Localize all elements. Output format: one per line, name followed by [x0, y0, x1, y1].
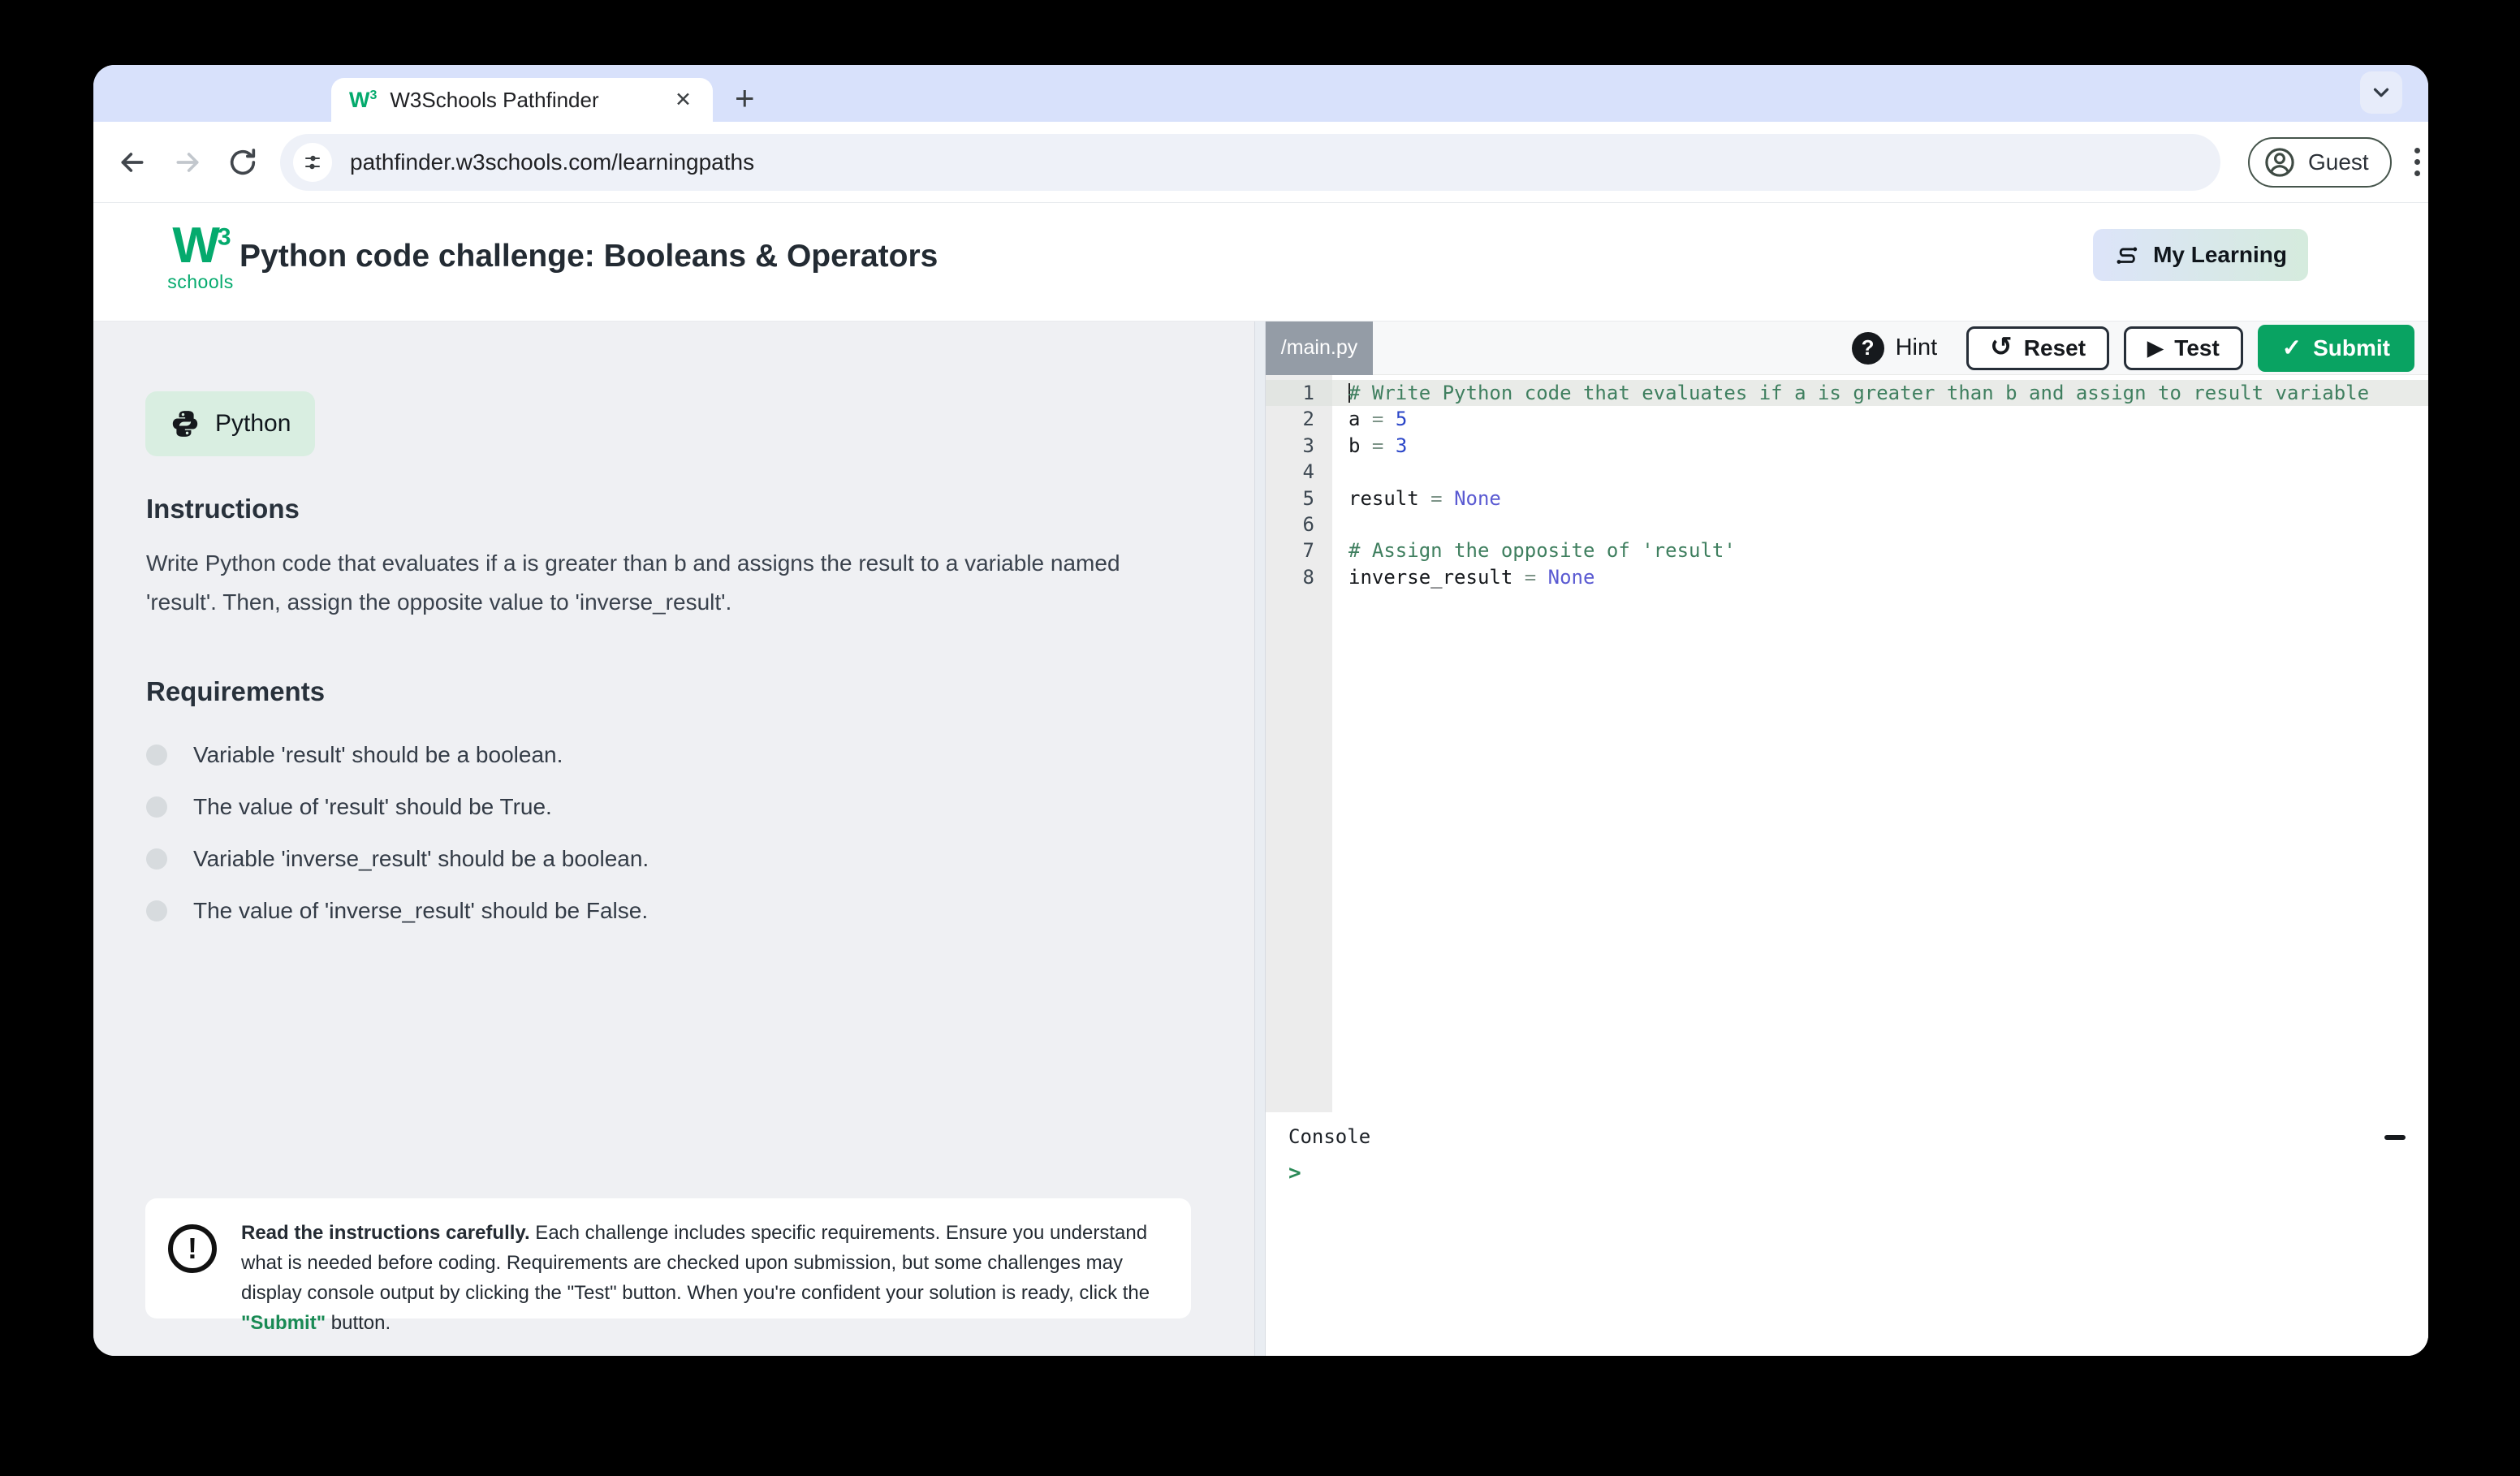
editor-panel: /main.py ? Hint ↺ Reset ▶ Test ✓ Submit: [1266, 322, 2428, 1356]
page-header: W3 schools Python code challenge: Boolea…: [93, 203, 2428, 322]
tab-title: W3Schools Pathfinder: [390, 88, 658, 113]
submit-button[interactable]: ✓ Submit: [2258, 325, 2414, 372]
requirement-item: Variable 'result' should be a boolean.: [146, 729, 649, 781]
editor-toolbar: /main.py ? Hint ↺ Reset ▶ Test ✓ Submit: [1266, 322, 2428, 375]
instructions-title: Instructions: [146, 494, 300, 524]
w3schools-logo[interactable]: W3 schools: [147, 221, 254, 291]
tab-search-button[interactable]: [2360, 71, 2402, 114]
guest-profile-button[interactable]: Guest: [2248, 137, 2392, 188]
code-line[interactable]: [1332, 459, 2428, 485]
file-tab-main-py[interactable]: /main.py: [1266, 322, 1373, 375]
challenge-panel: Python Instructions Write Python code th…: [93, 322, 1254, 1356]
my-learning-label: My Learning: [2153, 242, 2287, 268]
hint-button[interactable]: ? Hint: [1852, 332, 1938, 365]
requirement-item: Variable 'inverse_result' should be a bo…: [146, 833, 649, 885]
code-line[interactable]: # Write Python code that evaluates if a …: [1332, 380, 2428, 406]
panel-divider[interactable]: [1254, 322, 1266, 1356]
code-line[interactable]: a = 5: [1332, 406, 2428, 432]
url-bar[interactable]: pathfinder.w3schools.com/learningpaths: [280, 134, 2220, 191]
content: Python Instructions Write Python code th…: [93, 322, 2428, 1356]
gutter: 12345678: [1266, 375, 1332, 1112]
reset-button[interactable]: ↺ Reset: [1966, 326, 2109, 370]
instructions-text: Write Python code that evaluates if a is…: [146, 544, 1202, 622]
python-icon: [170, 408, 201, 439]
browser-tab[interactable]: W3 W3Schools Pathfinder ✕: [331, 78, 713, 122]
code-lines[interactable]: # Write Python code that evaluates if a …: [1332, 375, 2428, 1112]
requirements-title: Requirements: [146, 676, 325, 707]
site-settings-icon[interactable]: [293, 143, 332, 182]
code-editor[interactable]: 12345678 # Write Python code that evalua…: [1266, 375, 2428, 1112]
console-prompt: >: [1288, 1161, 1301, 1185]
back-icon[interactable]: [116, 146, 149, 179]
requirement-status-icon: [146, 796, 167, 818]
reload-icon[interactable]: [227, 146, 259, 179]
forward-icon[interactable]: [171, 146, 204, 179]
tab-close-icon[interactable]: ✕: [671, 88, 695, 112]
console-collapse-icon[interactable]: [2384, 1135, 2406, 1140]
code-line[interactable]: result = None: [1332, 486, 2428, 511]
my-learning-button[interactable]: My Learning: [2093, 229, 2308, 281]
console-panel: Console >: [1266, 1112, 2428, 1356]
code-line[interactable]: [1332, 511, 2428, 537]
profile-icon: [2263, 145, 2297, 179]
requirement-item: The value of 'result' should be True.: [146, 781, 649, 833]
new-tab-button[interactable]: +: [735, 80, 755, 117]
play-icon: ▶: [2147, 336, 2163, 360]
code-line[interactable]: # Assign the opposite of 'result': [1332, 537, 2428, 563]
browser-menu-icon[interactable]: [2414, 148, 2420, 176]
requirement-status-icon: [146, 900, 167, 921]
check-icon: ✓: [2282, 334, 2302, 362]
chevron-down-icon: [2369, 80, 2393, 105]
language-badge: Python: [145, 391, 315, 456]
alert-icon: !: [168, 1224, 217, 1273]
code-line[interactable]: b = 3: [1332, 433, 2428, 459]
page-title: Python code challenge: Booleans & Operat…: [239, 239, 938, 274]
tab-strip: W3 W3Schools Pathfinder ✕ +: [93, 65, 2428, 122]
browser-toolbar: pathfinder.w3schools.com/learningpaths G…: [93, 122, 2428, 203]
note-text: Read the instructions carefully. Each ch…: [241, 1218, 1168, 1338]
hint-label: Hint: [1896, 334, 1938, 361]
browser-window: W3 W3Schools Pathfinder ✕ + pathfinder.w…: [93, 65, 2428, 1356]
url-text[interactable]: pathfinder.w3schools.com/learningpaths: [350, 149, 754, 175]
reset-icon: ↺: [1990, 333, 2013, 360]
w3schools-favicon-icon: W3: [349, 88, 377, 113]
requirements-list: Variable 'result' should be a boolean. T…: [146, 729, 649, 937]
requirement-status-icon: [146, 848, 167, 870]
requirement-item: The value of 'inverse_result' should be …: [146, 885, 649, 937]
learning-path-icon: [2114, 241, 2142, 269]
console-label: Console: [1288, 1125, 1370, 1148]
requirement-status-icon: [146, 744, 167, 766]
guest-label: Guest: [2308, 149, 2369, 175]
note-card: ! Read the instructions carefully. Each …: [145, 1198, 1191, 1318]
question-icon: ?: [1852, 332, 1884, 365]
test-button[interactable]: ▶ Test: [2124, 326, 2243, 370]
code-line[interactable]: inverse_result = None: [1332, 564, 2428, 590]
language-badge-label: Python: [215, 410, 291, 438]
